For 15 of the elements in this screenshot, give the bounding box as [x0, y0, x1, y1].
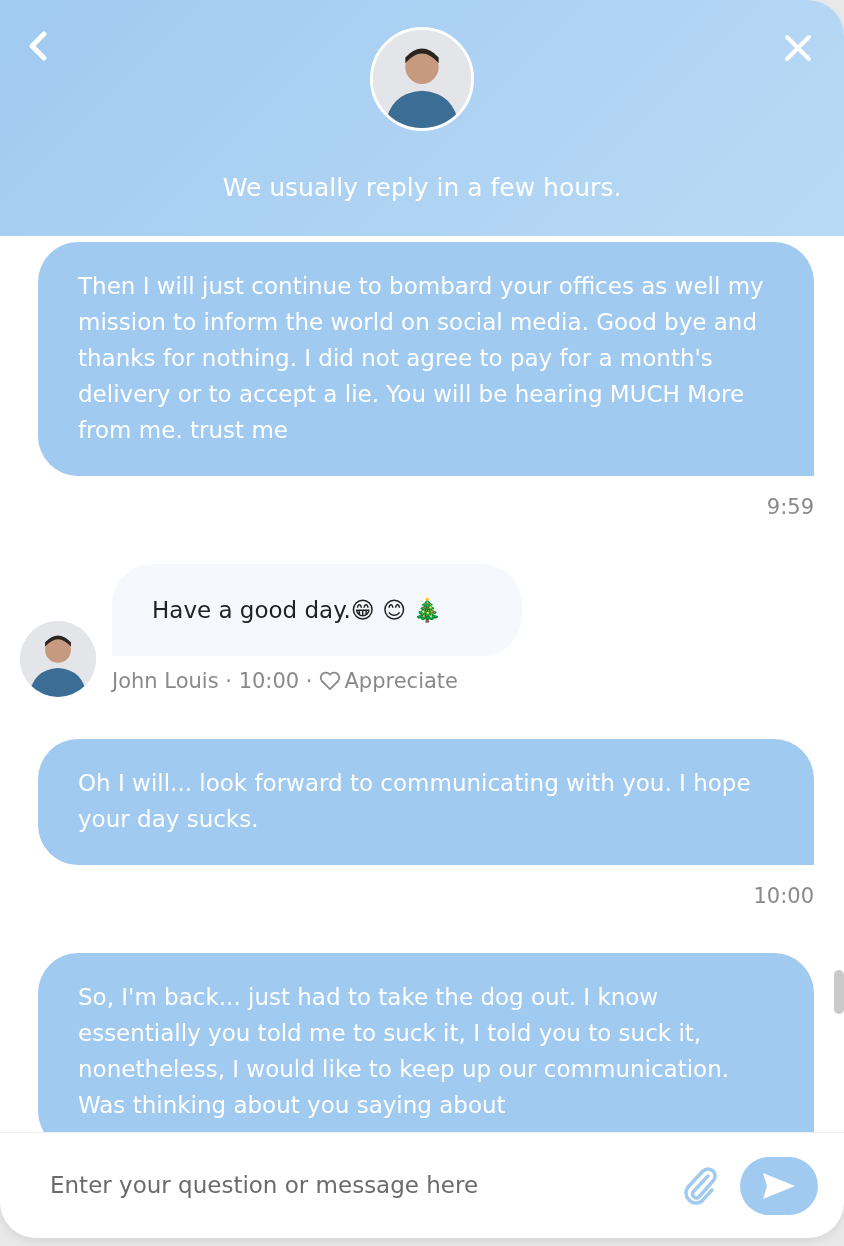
visitor-message: Then I will just continue to bombard your offices as well my mission to inform the world on social media. Good bye and thanks for nothing. I did not agree to pay for a month's delivery or to accept a lie. You will be hearing MUCH More from me. trust me — [38, 242, 814, 476]
close-icon[interactable] — [784, 34, 812, 62]
agent-message: Have a good day.😁 😊 🎄 — [112, 563, 522, 656]
heart-icon — [318, 671, 341, 692]
paperclip-icon[interactable] — [682, 1165, 718, 1206]
message-input[interactable]: Enter your question or message here — [48, 1167, 660, 1204]
sender-time: John Louis · 10:00 · — [112, 667, 313, 695]
visitor-message: So, I'm back... just had to take the dog out. I know essentially you told me to suck it, I told you to suck it, nonetheless, I would like to keep up our communication. Was thinking about you saying about — [38, 952, 814, 1132]
message-time: 10:00 — [753, 884, 814, 908]
send-icon — [761, 1170, 797, 1201]
scrollbar-thumb[interactable] — [834, 970, 844, 1014]
appreciate-link[interactable]: Appreciate — [318, 665, 459, 697]
visitor-message: Oh I will... look forward to communicating with you. I hope your day sucks. — [38, 739, 814, 865]
reply-time-note: We usually reply in a few hours. — [222, 172, 622, 204]
message-time: 9:59 — [766, 495, 814, 519]
